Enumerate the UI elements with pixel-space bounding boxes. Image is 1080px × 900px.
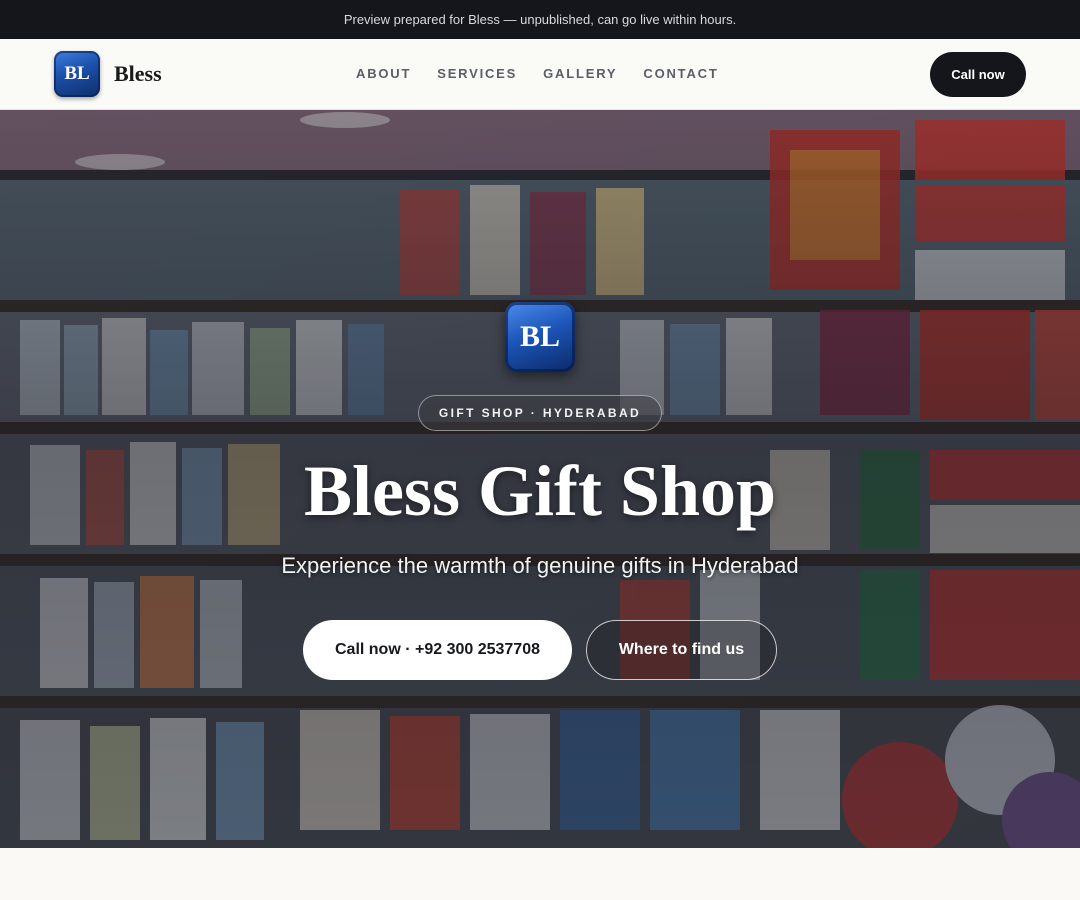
header-call-button[interactable]: Call now bbox=[930, 52, 1026, 97]
next-section bbox=[0, 848, 1080, 900]
nav-contact[interactable]: CONTACT bbox=[643, 66, 718, 81]
site-header: BL Bless ABOUT SERVICES GALLERY CONTACT … bbox=[0, 39, 1080, 110]
nav-services[interactable]: SERVICES bbox=[437, 66, 517, 81]
preview-banner-text: Preview prepared for Bless — unpublished… bbox=[343, 12, 737, 27]
hero-subtitle: Experience the warmth of genuine gifts i… bbox=[281, 553, 799, 578]
main-nav: ABOUT SERVICES GALLERY CONTACT bbox=[356, 66, 719, 81]
hero-logo-initials: BL bbox=[519, 320, 561, 353]
call-now-button[interactable]: Call now · +92 300 2537708 bbox=[303, 620, 572, 680]
nav-about[interactable]: ABOUT bbox=[356, 66, 411, 81]
category-location-pill: GIFT SHOP · HYDERABAD bbox=[418, 395, 662, 431]
hero-section: BL GIFT SHOP · HYDERABAD Bless Gift Shop… bbox=[0, 110, 1080, 848]
logo-initials: BL bbox=[64, 63, 90, 84]
where-to-find-us-button[interactable]: Where to find us bbox=[586, 620, 777, 680]
brand-name[interactable]: Bless bbox=[114, 61, 162, 87]
preview-banner: Preview prepared for Bless — unpublished… bbox=[0, 0, 1080, 39]
hero-logo-badge: BL bbox=[505, 302, 575, 372]
logo-badge[interactable]: BL bbox=[54, 51, 100, 97]
hero-title: Bless Gift Shop bbox=[303, 451, 777, 531]
nav-gallery[interactable]: GALLERY bbox=[543, 66, 617, 81]
